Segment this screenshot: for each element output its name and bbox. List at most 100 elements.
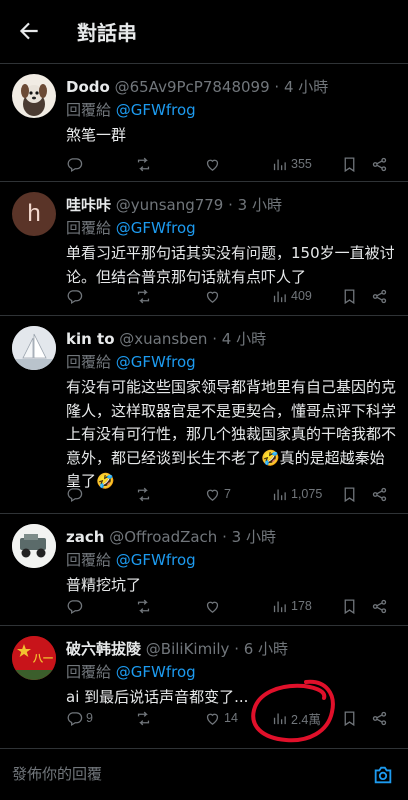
- action-bar: 7 1,075: [66, 482, 396, 506]
- user-line: kin to @xuansben · 4 小時: [66, 328, 401, 349]
- views-count: 355: [291, 157, 312, 171]
- share-icon: [372, 711, 387, 725]
- reply-button[interactable]: [66, 594, 86, 618]
- retweet-button[interactable]: [135, 152, 155, 176]
- reply-button[interactable]: 9: [66, 706, 93, 730]
- reply-mention-link[interactable]: @GFWfrog: [116, 101, 196, 119]
- user-line: Dodo @65Av9PcP7848099 · 4 小時: [66, 76, 401, 97]
- share-button[interactable]: [371, 594, 388, 618]
- views-button[interactable]: 2.4萬: [271, 706, 321, 730]
- display-name[interactable]: zach: [66, 528, 104, 546]
- back-arrow-icon[interactable]: [16, 18, 42, 44]
- user-handle[interactable]: @yunsang779: [116, 196, 224, 214]
- timestamp: · 3 小時: [222, 528, 276, 546]
- tweet-card[interactable]: kin to @xuansben · 4 小時 回覆給 @GFWfrog 有没有…: [0, 316, 408, 514]
- bookmark-icon: [344, 156, 355, 172]
- tweet-text: 单看习近平那句话其实没有问题，150岁一直被讨论。但结合普京那句话就有点吓人了: [66, 244, 395, 286]
- reply-mention-link[interactable]: @GFWfrog: [116, 353, 196, 371]
- views-button[interactable]: 409: [271, 284, 312, 308]
- avatar-letter: h: [27, 200, 41, 227]
- avatar[interactable]: [12, 74, 56, 118]
- reply-composer: 發佈你的回覆: [0, 748, 408, 800]
- reply-button[interactable]: [66, 152, 86, 176]
- retweet-button[interactable]: [135, 482, 155, 506]
- retweet-button[interactable]: [135, 284, 155, 308]
- bookmark-icon: [344, 710, 355, 726]
- user-line: 哇咔咔 @yunsang779 · 3 小時: [66, 194, 401, 215]
- like-icon: [206, 159, 219, 171]
- reply-mention-link[interactable]: @GFWfrog: [116, 219, 196, 237]
- user-handle[interactable]: @OffroadZach: [109, 528, 217, 546]
- top-bar: 對話串: [0, 0, 408, 62]
- views-icon: [273, 489, 286, 500]
- views-count: 178: [291, 599, 312, 613]
- dog-avatar-icon: [21, 84, 47, 116]
- retweet-button[interactable]: [135, 594, 155, 618]
- avatar[interactable]: 八一: [12, 636, 56, 680]
- views-button[interactable]: 178: [271, 594, 312, 618]
- reply-button[interactable]: [66, 482, 86, 506]
- reply-prefix: 回覆給: [66, 551, 112, 569]
- bookmark-button[interactable]: [341, 152, 358, 176]
- share-icon: [372, 157, 387, 171]
- like-button[interactable]: [204, 284, 224, 308]
- share-icon: [372, 487, 387, 501]
- reply-button[interactable]: [66, 284, 86, 308]
- user-line: 破六韩拔陵 @BiliKimily · 6 小時: [66, 638, 401, 659]
- share-button[interactable]: [371, 706, 388, 730]
- user-handle[interactable]: @xuansben: [119, 330, 207, 348]
- views-button[interactable]: 1,075: [271, 482, 322, 506]
- avatar[interactable]: h: [12, 192, 56, 236]
- action-bar: 409: [66, 284, 396, 308]
- tweet-card[interactable]: h 哇咔咔 @yunsang779 · 3 小時 回覆給 @GFWfrog 单看…: [0, 182, 408, 316]
- share-button[interactable]: [371, 152, 388, 176]
- display-name[interactable]: Dodo: [66, 78, 110, 96]
- bookmark-icon: [344, 486, 355, 502]
- display-name[interactable]: 破六韩拔陵: [66, 640, 141, 658]
- bookmark-icon: [344, 288, 355, 304]
- share-icon: [372, 289, 387, 303]
- retweet-icon: [137, 711, 150, 725]
- share-button[interactable]: [371, 482, 388, 506]
- camera-icon[interactable]: [372, 764, 394, 786]
- user-handle[interactable]: @65Av9PcP7848099: [115, 78, 270, 96]
- avatar-text: 八一: [33, 654, 53, 665]
- tweet-card[interactable]: zach @OffroadZach · 3 小時 回覆給 @GFWfrog 普精…: [0, 514, 408, 626]
- tweet-card[interactable]: 八一 破六韩拔陵 @BiliKimily · 6 小時 回覆給 @GFWfrog…: [0, 626, 408, 746]
- reply-mention-link[interactable]: @GFWfrog: [116, 663, 196, 681]
- display-name[interactable]: kin to: [66, 330, 115, 348]
- retweet-icon: [137, 157, 150, 171]
- like-button[interactable]: 7: [204, 482, 231, 506]
- bookmark-icon: [344, 598, 355, 614]
- views-icon: [273, 601, 286, 612]
- avatar[interactable]: [12, 326, 56, 370]
- share-button[interactable]: [371, 284, 388, 308]
- like-button[interactable]: [204, 594, 224, 618]
- user-handle[interactable]: @BiliKimily: [146, 640, 230, 658]
- bookmark-button[interactable]: [341, 482, 358, 506]
- reply-count: 9: [86, 711, 93, 725]
- like-count: 14: [224, 711, 238, 725]
- tweet-card[interactable]: Dodo @65Av9PcP7848099 · 4 小時 回覆給 @GFWfro…: [0, 64, 408, 182]
- timestamp: · 6 小時: [234, 640, 289, 658]
- reply-context: 回覆給 @GFWfrog: [66, 351, 196, 372]
- like-button[interactable]: 14: [204, 706, 238, 730]
- reply-icon: [67, 487, 83, 502]
- reply-icon: [67, 289, 83, 304]
- reply-input[interactable]: 發佈你的回覆: [12, 763, 102, 784]
- views-button[interactable]: 355: [271, 152, 312, 176]
- display-name[interactable]: 哇咔咔: [66, 196, 111, 214]
- avatar[interactable]: [12, 524, 56, 568]
- reply-mention-link[interactable]: @GFWfrog: [116, 551, 196, 569]
- like-button[interactable]: [204, 152, 224, 176]
- timestamp: · 3 小時: [228, 196, 282, 214]
- bookmark-button[interactable]: [341, 706, 358, 730]
- bookmark-button[interactable]: [341, 594, 358, 618]
- bookmark-button[interactable]: [341, 284, 358, 308]
- action-bar: 178: [66, 594, 396, 618]
- share-icon: [372, 599, 387, 613]
- like-icon: [206, 601, 219, 613]
- reply-prefix: 回覆給: [66, 663, 112, 681]
- views-count: 409: [291, 289, 312, 303]
- retweet-button[interactable]: [135, 706, 155, 730]
